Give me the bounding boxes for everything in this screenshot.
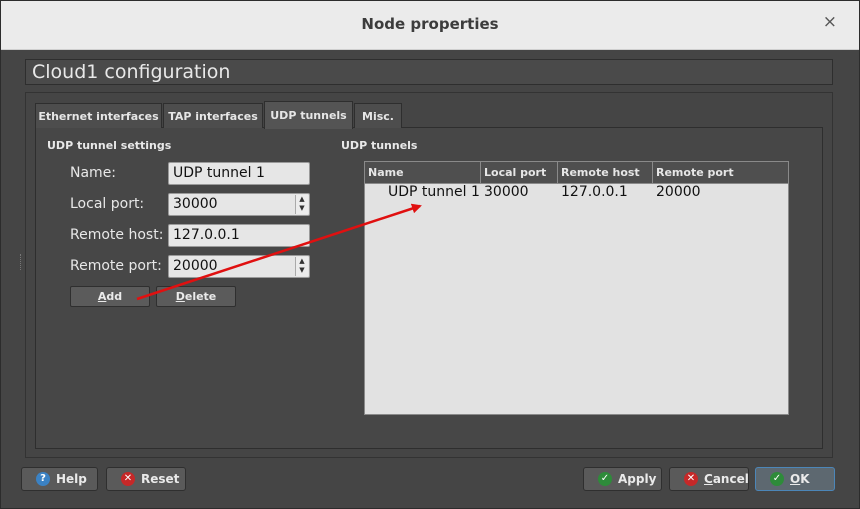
help-label: Help (56, 472, 87, 486)
remote-port-label: Remote port: (70, 258, 162, 274)
tab-udp-tunnels[interactable]: UDP tunnels (264, 101, 353, 129)
remote-host-input[interactable]: 127.0.0.1 (168, 224, 310, 247)
config-heading: Cloud1 configuration (25, 59, 833, 85)
remote-host-label: Remote host: (70, 227, 164, 243)
ok-mnemonic: O (790, 472, 801, 486)
cell-local-port: 30000 (484, 184, 529, 200)
cancel-button[interactable]: ✕ Cancel (669, 467, 749, 491)
add-button[interactable]: Add (70, 286, 150, 307)
delete-mnemonic: D (175, 290, 185, 303)
cancel-icon: ✕ (684, 472, 698, 486)
reset-icon: ✕ (121, 472, 135, 486)
apply-label: Apply (618, 472, 657, 486)
cell-remote-host: 127.0.0.1 (561, 184, 628, 200)
tab-ethernet-interfaces[interactable]: Ethernet interfaces (35, 103, 162, 128)
cancel-mnemonic: C (704, 472, 713, 486)
add-label: dd (106, 290, 123, 303)
cell-remote-port: 20000 (656, 184, 701, 200)
remote-port-spinbox[interactable]: 20000 ▲ ▼ (168, 255, 310, 278)
spin-down-icon[interactable]: ▼ (296, 204, 308, 213)
column-header-remote-host[interactable]: Remote host (558, 162, 653, 183)
column-header-local-port[interactable]: Local port (481, 162, 558, 183)
local-port-value: 30000 (173, 196, 218, 212)
local-port-label: Local port: (70, 196, 145, 212)
udp-tunnel-settings-title: UDP tunnel settings (47, 139, 172, 152)
cancel-label: Cancel (704, 468, 749, 490)
name-input[interactable]: UDP tunnel 1 (168, 162, 310, 185)
cancel-label-rest: ancel (712, 472, 749, 486)
tab-misc[interactable]: Misc. (354, 103, 402, 128)
tab-tap-interfaces[interactable]: TAP interfaces (163, 103, 263, 128)
config-heading-text: Cloud1 configuration (32, 61, 231, 83)
cell-name: UDP tunnel 1 (388, 184, 480, 200)
local-port-spinbox[interactable]: 30000 ▲ ▼ (168, 193, 310, 216)
remote-port-spin-buttons[interactable]: ▲ ▼ (295, 257, 308, 276)
name-label: Name: (70, 165, 117, 181)
apply-button[interactable]: ✓ Apply (583, 467, 662, 491)
spin-up-icon[interactable]: ▲ (296, 195, 308, 204)
reset-button[interactable]: ✕ Reset (106, 467, 186, 491)
column-header-name[interactable]: Name (365, 162, 481, 183)
delete-label: elete (184, 290, 217, 303)
check-icon: ✓ (770, 472, 784, 486)
reset-label: Reset (141, 472, 180, 486)
ok-button[interactable]: ✓ OK (755, 467, 835, 491)
local-port-spin-buttons[interactable]: ▲ ▼ (295, 195, 308, 214)
udp-tunnels-title: UDP tunnels (341, 139, 418, 152)
ok-label-rest: K (800, 472, 810, 486)
resize-grip[interactable] (20, 254, 24, 270)
help-icon: ? (36, 472, 50, 486)
close-icon[interactable]: × (823, 12, 837, 32)
spin-up-icon[interactable]: ▲ (296, 257, 308, 266)
check-icon: ✓ (598, 472, 612, 486)
window-title: Node properties (361, 15, 499, 33)
column-header-remote-port[interactable]: Remote port (653, 162, 788, 183)
table-header: Name Local port Remote host Remote port (365, 162, 788, 184)
spin-down-icon[interactable]: ▼ (296, 266, 308, 275)
help-button[interactable]: ? Help (21, 467, 98, 491)
delete-button[interactable]: Delete (156, 286, 236, 307)
node-properties-dialog: Node properties × Cloud1 configuration E… (0, 0, 860, 509)
udp-tunnels-table[interactable]: Name Local port Remote host Remote port … (364, 161, 789, 415)
title-bar: Node properties × (1, 1, 859, 50)
ok-label: OK (790, 468, 810, 490)
remote-port-value: 20000 (173, 258, 218, 274)
